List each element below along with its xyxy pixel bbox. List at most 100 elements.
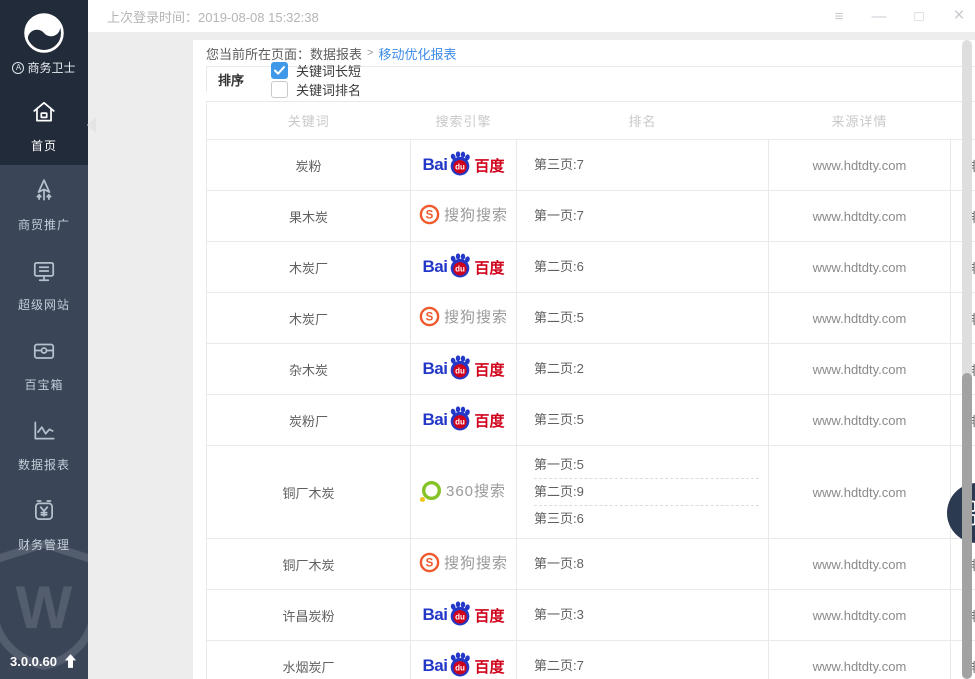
sidebar-item-label: 数据报表: [18, 456, 70, 473]
table-row: 炭粉Baidu百度第三页:7www.hdtdty.com排名快照: [207, 140, 975, 191]
title-bar: 上次登录时间：2019-08-08 15:32:38 ≡ — □ ×: [88, 0, 975, 32]
table-row: 铜厂木炭S搜狗搜索第一页:8www.hdtdty.com排名快照: [207, 539, 975, 590]
engine-cell: Baidu百度: [411, 395, 517, 446]
active-item-arrow-icon: [87, 117, 96, 133]
engine-cell: S搜狗搜索: [411, 191, 517, 242]
app-window: w A 商务卫士 首页商贸推广超级网站百宝箱数据报表财务管理 W 3.0.0.6…: [0, 0, 975, 679]
rank-cell: 第二页:7: [517, 641, 769, 679]
keyword-ranking-table: 关键词搜索引擎排名来源详情查看 炭粉Baidu百度第三页:7www.hdtdty…: [206, 101, 975, 679]
rank-value: 第三页:5: [534, 407, 759, 433]
vertical-scrollbar-track[interactable]: [962, 40, 972, 679]
source-url: www.hdtdty.com: [813, 362, 907, 377]
menu-icon[interactable]: ≡: [831, 8, 847, 25]
source-cell: www.hdtdty.com: [769, 539, 951, 590]
source-cell: www.hdtdty.com: [769, 395, 951, 446]
rank-value: 第一页:8: [534, 551, 759, 577]
sidebar-item-5[interactable]: 数据报表: [0, 405, 88, 485]
source-url: www.hdtdty.com: [813, 209, 907, 224]
source-cell: www.hdtdty.com: [769, 641, 951, 679]
sidebar-item-label: 首页: [31, 137, 57, 154]
sort-option-label: 关键词长短: [296, 61, 361, 80]
sort-option-1[interactable]: 关键词长短: [271, 61, 361, 80]
keyword-cell: 果木炭: [207, 191, 411, 242]
last-login-time: 上次登录时间：2019-08-08 15:32:38: [107, 7, 319, 26]
brand-label: 商务卫士: [27, 59, 75, 76]
rank-cell: 第二页:6: [517, 242, 769, 293]
engine-cell: Baidu百度: [411, 242, 517, 293]
rank-value: 第一页:3: [534, 602, 759, 628]
close-icon[interactable]: ×: [951, 5, 967, 27]
svg-text:W: W: [16, 574, 73, 641]
update-arrow-icon[interactable]: [63, 653, 78, 669]
engine-cell: S搜狗搜索: [411, 539, 517, 590]
sort-option-2[interactable]: 关键词排名: [271, 80, 361, 99]
main-area: 上次登录时间：2019-08-08 15:32:38 ≡ — □ × 您当前所在…: [88, 0, 975, 679]
svg-text:S: S: [426, 210, 434, 222]
svg-text:du: du: [456, 163, 466, 172]
column-header: 来源详情: [769, 102, 951, 140]
vertical-scrollbar-thumb[interactable]: [962, 373, 972, 679]
sidebar-gutter: [176, 32, 193, 679]
table-row: 木炭厂S搜狗搜索第二页:5www.hdtdty.com排名快照: [207, 293, 975, 344]
svg-text:w: w: [46, 19, 55, 30]
source-url: www.hdtdty.com: [813, 608, 907, 623]
rank-cell: 第一页:8: [517, 539, 769, 590]
source-url: www.hdtdty.com: [813, 485, 907, 500]
engine-cell: Baidu百度: [411, 344, 517, 395]
rank-value: 第二页:9: [534, 479, 759, 506]
sidebar-item-1[interactable]: 首页: [0, 88, 88, 165]
window-controls: ≡ — □ ×: [831, 0, 967, 32]
engine-cell: Baidu百度: [411, 590, 517, 641]
rank-cell: 第一页:7: [517, 191, 769, 242]
baidu-logo-icon: Baidu百度: [423, 600, 505, 630]
sort-option-label: 关键词排名: [296, 80, 361, 99]
source-url: www.hdtdty.com: [813, 311, 907, 326]
source-cell: www.hdtdty.com: [769, 446, 951, 539]
breadcrumb-separator-icon: >: [367, 47, 373, 59]
version-label: 3.0.0.60: [10, 654, 57, 669]
brand: w A 商务卫士: [0, 0, 88, 88]
breadcrumb-current-link[interactable]: 移动优化报表: [378, 44, 456, 63]
report-icon: [31, 418, 57, 449]
rank-cell: 第一页:3: [517, 590, 769, 641]
sidebar-item-4[interactable]: 百宝箱: [0, 325, 88, 405]
keyword-cell: 铜厂木炭: [207, 446, 411, 539]
source-url: www.hdtdty.com: [813, 260, 907, 275]
sidebar: w A 商务卫士 首页商贸推广超级网站百宝箱数据报表财务管理 W 3.0.0.6…: [0, 0, 88, 679]
sidebar-item-3[interactable]: 超级网站: [0, 245, 88, 325]
keyword-cell: 许昌炭粉: [207, 590, 411, 641]
table-row: 杂木炭Baidu百度第二页:2www.hdtdty.com排名快照: [207, 344, 975, 395]
source-url: www.hdtdty.com: [813, 557, 907, 572]
keyword-cell: 水烟炭厂: [207, 641, 411, 679]
source-cell: www.hdtdty.com: [769, 242, 951, 293]
home-icon: [31, 99, 57, 130]
source-cell: www.hdtdty.com: [769, 140, 951, 191]
table-row: 铜厂木炭360搜索第一页:5第二页:9第三页:6www.hdtdty.com排名…: [207, 446, 975, 539]
maximize-icon[interactable]: □: [911, 8, 927, 25]
svg-text:du: du: [456, 664, 466, 673]
sidebar-nav: 首页商贸推广超级网站百宝箱数据报表财务管理: [0, 88, 88, 565]
table-row: 许昌炭粉Baidu百度第一页:3www.hdtdty.com排名快照: [207, 590, 975, 641]
sidebar-item-2[interactable]: 商贸推广: [0, 165, 88, 245]
checkbox-checked-icon[interactable]: [271, 62, 288, 79]
keyword-cell: 木炭厂: [207, 242, 411, 293]
rank-value: 第一页:7: [534, 203, 759, 229]
checkbox-unchecked-icon[interactable]: [271, 81, 288, 98]
rank-cell: 第三页:7: [517, 140, 769, 191]
keyword-cell: 炭粉: [207, 140, 411, 191]
version-row: 3.0.0.60: [0, 653, 88, 669]
baidu-logo-icon: Baidu百度: [423, 252, 505, 282]
svg-text:du: du: [456, 367, 466, 376]
brand-logo-icon: w: [23, 12, 65, 54]
baidu-logo-icon: Baidu百度: [423, 405, 505, 435]
svg-text:du: du: [456, 613, 466, 622]
minimize-icon[interactable]: —: [871, 8, 887, 25]
360-logo-icon: 360搜索: [421, 480, 506, 501]
content-panel: 您当前所在页面： 数据报表 > 移动优化报表 <<返回 排序 关键词长短关键词排…: [193, 40, 975, 679]
sidebar-item-label: 商贸推广: [18, 216, 70, 233]
rank-cell: 第二页:2: [517, 344, 769, 395]
svg-text:S: S: [426, 558, 434, 570]
sort-bar: 排序 关键词长短关键词排名: [206, 66, 975, 92]
table-row: 木炭厂Baidu百度第二页:6www.hdtdty.com排名快照: [207, 242, 975, 293]
rank-value: 第三页:7: [534, 152, 759, 178]
